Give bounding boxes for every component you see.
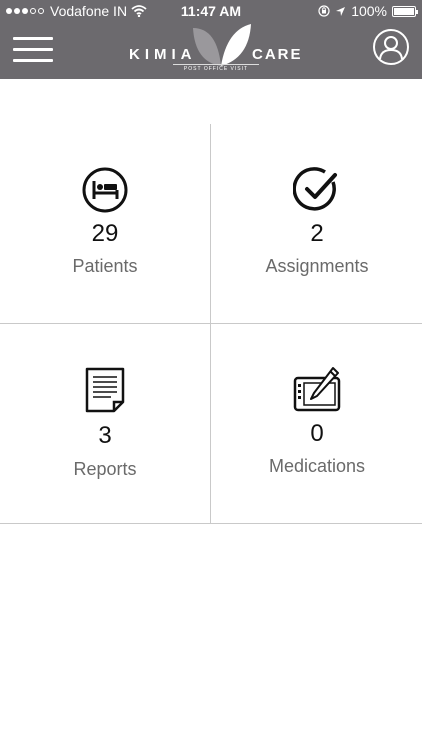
menu-button[interactable] (13, 37, 53, 63)
logo-word-right: CARE (252, 46, 303, 63)
grid-divider-vertical (210, 124, 211, 524)
checkmark-circle-icon (293, 167, 337, 211)
grid-divider-bottom (0, 523, 422, 524)
profile-button[interactable] (373, 29, 409, 65)
kimia-care-logo: KIMIA CARE POST OFFICE VISIT (125, 22, 301, 74)
assignments-count: 2 (310, 220, 324, 247)
dashboard-grid: 29 Patients 2 Assignments 3 Reports 0 Me… (0, 124, 422, 524)
medications-label: Medications (268, 456, 366, 476)
reports-label: Reports (73, 459, 137, 479)
status-right: 100% (318, 0, 418, 22)
leaf-logo-icon (193, 24, 251, 66)
logo-word-left: KIMIA (129, 46, 197, 63)
assignments-label: Assignments (265, 256, 369, 276)
patients-count: 29 (91, 220, 119, 247)
battery-percent: 100% (351, 3, 387, 19)
patients-label: Patients (72, 256, 138, 276)
battery-icon (392, 5, 418, 17)
user-profile-icon (379, 36, 403, 60)
location-arrow-icon (336, 6, 346, 16)
tile-reports[interactable]: 3 Reports (0, 324, 210, 524)
app-screen: Vodafone IN 11:47 AM 100% KIMIA CARE POS… (0, 0, 422, 750)
hamburger-menu-icon (13, 37, 53, 40)
tile-assignments[interactable]: 2 Assignments (212, 124, 422, 324)
tile-medications[interactable]: 0 Medications (212, 324, 422, 524)
medications-count: 0 (310, 420, 324, 447)
tile-patients[interactable]: 29 Patients (0, 124, 210, 324)
app-header: Vodafone IN 11:47 AM 100% KIMIA CARE POS… (0, 0, 422, 79)
rotation-lock-icon (318, 5, 330, 17)
tablet-pen-icon (293, 367, 341, 412)
grid-divider-horizontal (0, 323, 422, 324)
document-icon (85, 367, 125, 413)
status-bar: Vodafone IN 11:47 AM 100% (0, 0, 422, 22)
reports-count: 3 (98, 422, 112, 449)
hospital-bed-icon (82, 167, 128, 213)
logo-tagline: POST OFFICE VISIT (173, 64, 259, 72)
